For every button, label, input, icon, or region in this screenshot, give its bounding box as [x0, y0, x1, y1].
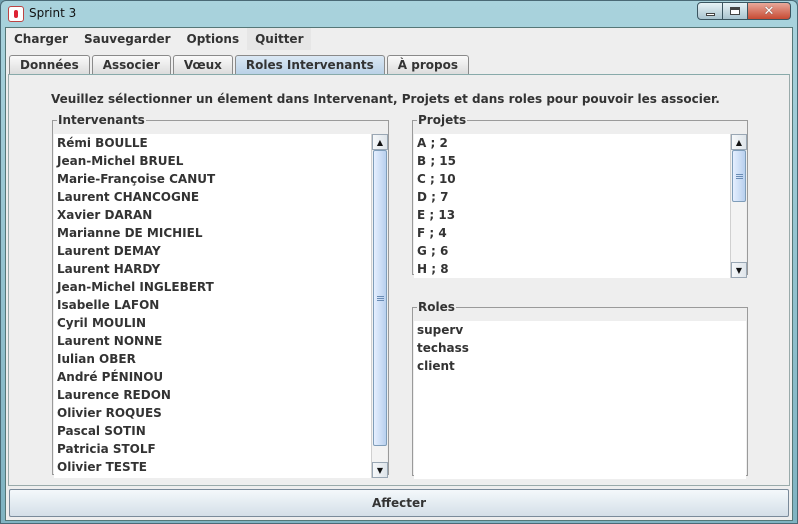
intervenant-list-item[interactable]: Pascal SOTIN: [54, 422, 387, 440]
menu-charger[interactable]: Charger: [6, 28, 76, 50]
arrow-down-icon: ▼: [376, 465, 384, 475]
roles-list[interactable]: superv techass client: [414, 321, 746, 479]
intervenants-items: Rémi BOULLE Jean-Michel BRUEL Marie-Franço…: [54, 134, 387, 476]
instructions-text: Veuillez sélectionner un élement dans In…: [51, 92, 720, 106]
menu-options[interactable]: Options: [179, 28, 248, 50]
arrow-down-icon: ▼: [735, 265, 743, 275]
intervenant-list-item[interactable]: Jean-Michel INGLEBERT: [54, 278, 387, 296]
projet-list-item[interactable]: A ; 2: [414, 134, 746, 152]
role-list-item[interactable]: superv: [414, 321, 746, 339]
arrow-up-icon: ▲: [735, 137, 743, 147]
intervenant-list-item[interactable]: Iulian OBER: [54, 350, 387, 368]
intervenant-list-item[interactable]: Marianne DE MICHIEL: [54, 224, 387, 242]
minimize-icon: [705, 12, 715, 16]
grip-icon: [376, 295, 384, 301]
projet-list-item[interactable]: D ; 7: [414, 188, 746, 206]
scroll-down-button[interactable]: ▼: [372, 462, 388, 478]
scroll-thumb[interactable]: [732, 150, 746, 202]
projet-list-item[interactable]: B ; 15: [414, 152, 746, 170]
scroll-down-button[interactable]: ▼: [731, 262, 747, 278]
intervenants-group: Intervenants Rémi BOULLE Jean-Michel BRUE…: [52, 113, 389, 478]
scroll-up-button[interactable]: ▲: [372, 134, 388, 150]
projets-items: A ; 2B ; 15 C ; 10 D ; 7E ; 13 F ; 4G ; 6H …: [414, 134, 746, 278]
minimize-button[interactable]: [697, 2, 723, 20]
close-icon: ✕: [763, 3, 775, 19]
roles-intervenants-panel: Veuillez sélectionner un élement dans In…: [8, 74, 790, 486]
intervenants-list[interactable]: Rémi BOULLE Jean-Michel BRUEL Marie-Franço…: [54, 134, 388, 478]
intervenant-list-item[interactable]: Patricia STOLF: [54, 440, 387, 458]
role-list-item[interactable]: techass: [414, 339, 746, 357]
projets-legend: Projets: [418, 113, 467, 127]
window-controls: ✕: [697, 2, 791, 20]
projet-list-item[interactable]: E ; 13: [414, 206, 746, 224]
window-title: Sprint 3: [29, 6, 77, 20]
window-content: Charger Sauvegarder Options Quitter Donn…: [5, 27, 793, 521]
roles-group: Roles superv techass client: [412, 300, 748, 479]
intervenants-legend: Intervenants: [58, 113, 145, 127]
menu-sauvegarder[interactable]: Sauvegarder: [76, 28, 179, 50]
title-bar[interactable]: Sprint 3 ✕: [1, 1, 797, 27]
affecter-button[interactable]: Affecter: [9, 489, 789, 517]
tab-roles-intervenants[interactable]: Roles Intervenants: [234, 55, 385, 75]
projets-group: Projets A ; 2B ; 15 C ; 10 D ; 7E ; 13 F ; …: [412, 113, 748, 278]
intervenant-list-item[interactable]: Laurent DEMAY: [54, 242, 387, 260]
intervenant-list-item[interactable]: Laurence REDON: [54, 386, 387, 404]
intervenant-list-item[interactable]: Xavier DARAN: [54, 206, 387, 224]
projet-list-item[interactable]: F ; 4: [414, 224, 746, 242]
intervenant-list-item[interactable]: Olivier TESTE: [54, 458, 387, 476]
java-app-icon: [8, 6, 24, 22]
intervenant-list-item[interactable]: Laurent CHANCOGNE: [54, 188, 387, 206]
maximize-button[interactable]: [723, 2, 748, 20]
roles-legend: Roles: [418, 300, 455, 314]
scroll-thumb[interactable]: [373, 150, 387, 446]
intervenant-list-item[interactable]: Rémi BOULLE: [54, 134, 387, 152]
roles-items: superv techass client: [414, 321, 746, 375]
arrow-up-icon: ▲: [376, 137, 384, 147]
tab-a-propos[interactable]: À propos: [386, 55, 469, 74]
projet-list-item[interactable]: H ; 8: [414, 260, 746, 278]
intervenant-list-item[interactable]: Laurent NONNE: [54, 332, 387, 350]
tab-voeux[interactable]: Vœux: [172, 55, 233, 74]
tab-donnees[interactable]: Données: [9, 55, 90, 74]
maximize-icon: [730, 7, 740, 15]
intervenant-list-item[interactable]: Cyril MOULIN: [54, 314, 387, 332]
intervenant-list-item[interactable]: Jean-Michel BRUEL: [54, 152, 387, 170]
menu-bar: Charger Sauvegarder Options Quitter: [6, 28, 792, 50]
scroll-up-button[interactable]: ▲: [731, 134, 747, 150]
projets-list[interactable]: A ; 2B ; 15 C ; 10 D ; 7E ; 13 F ; 4G ; 6H …: [414, 134, 747, 278]
projets-scrollbar[interactable]: ▲ ▼: [730, 134, 747, 278]
intervenants-scrollbar[interactable]: ▲ ▼: [371, 134, 388, 478]
projet-list-item[interactable]: C ; 10: [414, 170, 746, 188]
close-button[interactable]: ✕: [748, 2, 791, 20]
application-window: Sprint 3 ✕ Charger Sauvegarder Options Q…: [0, 0, 798, 524]
intervenant-list-item[interactable]: Marie-Françoise CANUT: [54, 170, 387, 188]
menu-quitter[interactable]: Quitter: [247, 28, 312, 50]
intervenant-list-item[interactable]: Isabelle LAFON: [54, 296, 387, 314]
tab-associer[interactable]: Associer: [91, 55, 171, 74]
role-list-item[interactable]: client: [414, 357, 746, 375]
intervenant-list-item[interactable]: André PÉNINOU: [54, 368, 387, 386]
intervenant-list-item[interactable]: Olivier ROQUES: [54, 404, 387, 422]
intervenant-list-item[interactable]: Laurent HARDY: [54, 260, 387, 278]
tab-bar: Données Associer Vœux Roles Intervenants…: [9, 55, 471, 75]
projet-list-item[interactable]: G ; 6: [414, 242, 746, 260]
grip-icon: [735, 173, 743, 179]
